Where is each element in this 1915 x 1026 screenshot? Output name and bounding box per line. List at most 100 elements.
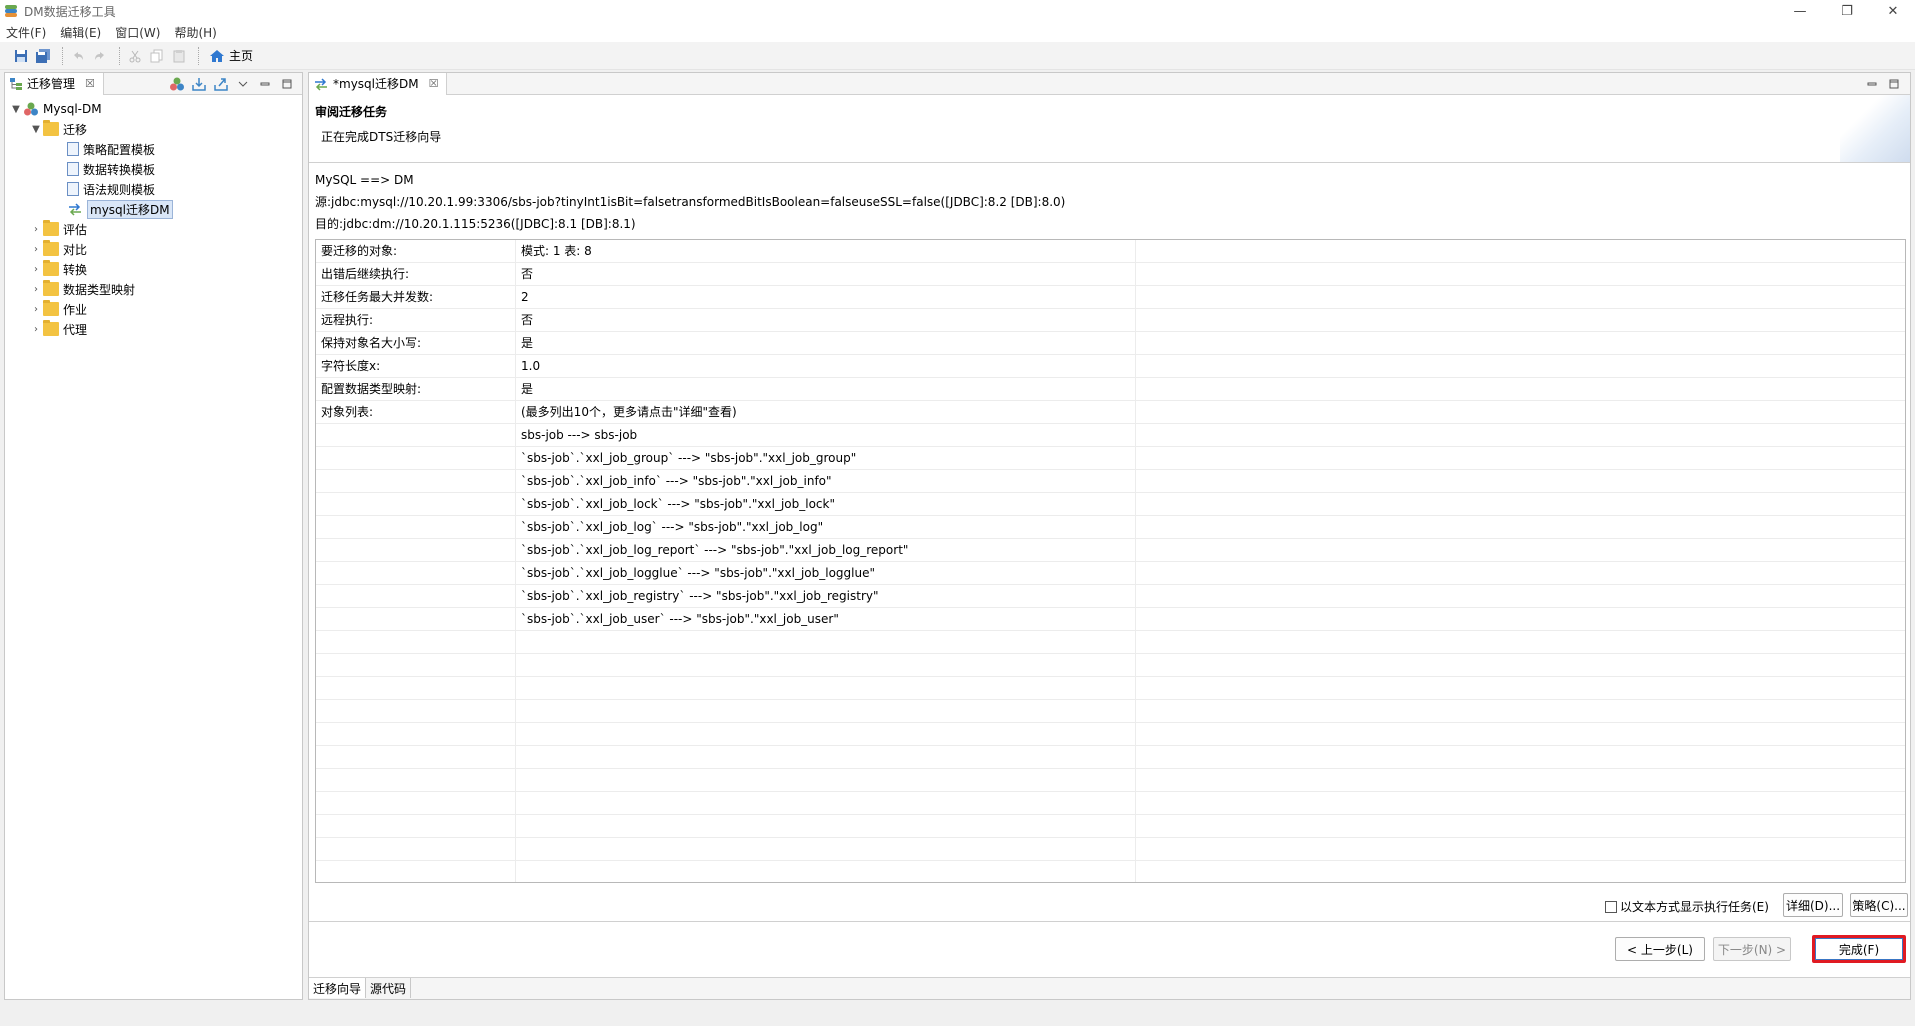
- editor-bottom-tabs: 迁移向导 源代码: [309, 977, 1910, 999]
- import-button[interactable]: [190, 75, 208, 93]
- property-value-cell: [516, 815, 1136, 838]
- tree-node-mysql-dm[interactable]: ▼ Mysql-DM: [5, 99, 302, 119]
- property-name-cell: 出错后继续执行:: [316, 263, 516, 286]
- wizard-banner-graphic: [1840, 95, 1910, 162]
- minimize-editor-button[interactable]: [1864, 76, 1880, 92]
- editor-header: *mysql迁移DM ☒: [309, 72, 1910, 95]
- minimize-panel-button[interactable]: [256, 75, 274, 93]
- tree-node-agent[interactable]: › 代理: [5, 319, 302, 339]
- paste-button[interactable]: [170, 47, 188, 65]
- minimize-button[interactable]: —: [1777, 0, 1823, 22]
- tree-node-mysql-migrate-dm[interactable]: mysql迁移DM: [5, 199, 302, 219]
- view-menu-button[interactable]: [234, 75, 252, 93]
- tree-node-compare[interactable]: › 对比: [5, 239, 302, 259]
- empty-cell: [1136, 562, 1905, 585]
- chevron-right-icon[interactable]: ›: [29, 284, 43, 295]
- tree-label: mysql迁移DM: [87, 199, 173, 219]
- home-button[interactable]: 主页: [209, 47, 253, 64]
- menu-window[interactable]: 窗口(W): [115, 24, 160, 41]
- menu-help[interactable]: 帮助(H): [174, 24, 216, 41]
- chevron-right-icon[interactable]: ›: [29, 304, 43, 315]
- empty-cell: [1136, 861, 1905, 882]
- property-value-cell: [516, 746, 1136, 769]
- app-db-icon: [4, 4, 18, 18]
- property-value-cell: 是: [516, 378, 1136, 401]
- menu-edit[interactable]: 编辑(E): [60, 24, 101, 41]
- tree-node-migrate[interactable]: ▼ 迁移: [5, 119, 302, 139]
- table-row: `sbs-job`.`xxl_job_log_report` ---> "sbs…: [316, 539, 1905, 562]
- save-button[interactable]: [12, 47, 30, 65]
- save-icon: [15, 49, 27, 62]
- property-name-cell: [316, 608, 516, 631]
- maximize-editor-button[interactable]: [1886, 76, 1902, 92]
- close-tab-icon[interactable]: ☒: [85, 77, 95, 90]
- property-name-cell: [316, 769, 516, 792]
- chevron-down-icon[interactable]: ▼: [29, 124, 43, 135]
- strategy-button[interactable]: 策略(C)...: [1850, 893, 1908, 917]
- empty-cell: [1136, 493, 1905, 516]
- tree-node-convert[interactable]: › 转换: [5, 259, 302, 279]
- property-value-cell: `sbs-job`.`xxl_job_log` ---> "sbs-job"."…: [516, 516, 1136, 539]
- copy-button[interactable]: [148, 47, 166, 65]
- menu-file[interactable]: 文件(F): [6, 24, 46, 41]
- finish-button-label: 完成(F): [1815, 938, 1903, 960]
- restore-button[interactable]: ❐: [1824, 0, 1870, 22]
- tab-migration-management[interactable]: 迁移管理 ☒: [5, 72, 104, 95]
- chevron-right-icon[interactable]: ›: [29, 324, 43, 335]
- tab-migration-wizard[interactable]: 迁移向导: [309, 978, 367, 998]
- left-panel-header: 迁移管理 ☒: [5, 72, 302, 95]
- chevron-down-icon[interactable]: ▼: [9, 104, 23, 115]
- save-all-button[interactable]: [34, 47, 52, 65]
- db-cluster-icon: [170, 77, 184, 91]
- undo-icon: [74, 51, 83, 60]
- empty-cell: [1136, 470, 1905, 493]
- tree-node-datatype-mapping[interactable]: › 数据类型映射: [5, 279, 302, 299]
- text-mode-checkbox[interactable]: 以文本方式显示执行任务(E): [1605, 898, 1769, 915]
- next-button[interactable]: 下一步(N) >: [1713, 937, 1791, 961]
- chevron-down-icon: [238, 81, 248, 87]
- undo-button[interactable]: [69, 47, 87, 65]
- home-label: 主页: [229, 49, 254, 63]
- redo-icon: [95, 51, 104, 60]
- target-connection: 目的:jdbc:dm://10.20.1.115:5236([JDBC]:8.1…: [315, 217, 636, 231]
- empty-cell: [1136, 815, 1905, 838]
- chevron-right-icon[interactable]: ›: [29, 244, 43, 255]
- close-window-button[interactable]: ✕: [1870, 0, 1915, 22]
- export-button[interactable]: [212, 75, 230, 93]
- chevron-right-icon[interactable]: ›: [29, 264, 43, 275]
- table-row: 远程执行: 否: [316, 309, 1905, 332]
- table-row: `sbs-job`.`xxl_job_user` ---> "sbs-job".…: [316, 608, 1905, 631]
- empty-cell: [1136, 723, 1905, 746]
- tree-label: 迁移: [63, 122, 88, 137]
- tree-node-job[interactable]: › 作业: [5, 299, 302, 319]
- redo-button[interactable]: [91, 47, 109, 65]
- table-row: 配置数据类型映射: 是: [316, 378, 1905, 401]
- minimize-icon: [1867, 82, 1877, 86]
- table-row: [316, 723, 1905, 746]
- toolbar: 主页: [0, 42, 1915, 70]
- checkbox-box[interactable]: [1605, 900, 1617, 913]
- maximize-panel-button[interactable]: [278, 75, 296, 93]
- finish-button[interactable]: 完成(F): [1812, 935, 1906, 963]
- tree-node-evaluate[interactable]: › 评估: [5, 219, 302, 239]
- tree-node-strategy-template[interactable]: 策略配置模板: [5, 139, 302, 159]
- property-name-cell: 配置数据类型映射:: [316, 378, 516, 401]
- detail-button[interactable]: 详细(D)...: [1783, 893, 1843, 917]
- table-row: 字符长度x: 1.0: [316, 355, 1905, 378]
- cut-button[interactable]: [126, 47, 144, 65]
- menu-bar: 文件(F) 编辑(E) 窗口(W) 帮助(H): [0, 22, 1915, 42]
- empty-cell: [1136, 654, 1905, 677]
- chevron-right-icon[interactable]: ›: [29, 224, 43, 235]
- page-title: 审阅迁移任务: [315, 105, 388, 119]
- tree-node-data-convert-template[interactable]: 数据转换模板: [5, 159, 302, 179]
- tree-node-syntax-rule-template[interactable]: 语法规则模板: [5, 179, 302, 199]
- new-connection-button[interactable]: [168, 75, 186, 93]
- tree-label: 转换: [63, 262, 88, 277]
- tab-source-code[interactable]: 源代码: [366, 978, 412, 998]
- import-icon: [192, 78, 206, 91]
- prev-button[interactable]: < 上一步(L): [1615, 937, 1705, 961]
- left-panel-tools: [164, 75, 296, 93]
- close-tab-icon[interactable]: ☒: [429, 77, 439, 90]
- tab-mysql-migrate-dm[interactable]: *mysql迁移DM ☒: [309, 72, 448, 95]
- property-value-cell: `sbs-job`.`xxl_job_registry` ---> "sbs-j…: [516, 585, 1136, 608]
